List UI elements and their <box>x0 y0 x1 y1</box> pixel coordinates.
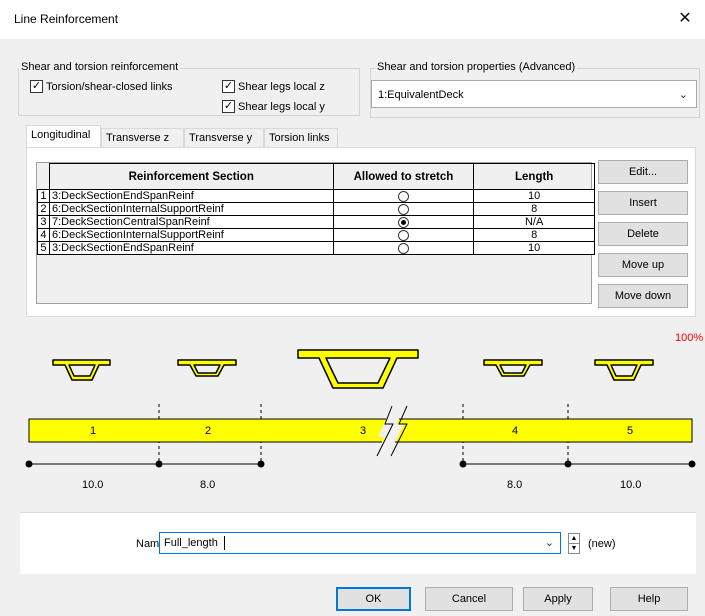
stretch-radio[interactable] <box>397 203 409 215</box>
tab-torsion-links[interactable]: Torsion links <box>264 128 338 148</box>
dimension-label-3: 8.0 <box>507 479 523 491</box>
edit-button[interactable]: Edit... <box>598 160 688 184</box>
segment-label-1: 1 <box>90 425 97 437</box>
torsion-links-label: Torsion/shear-closed links <box>46 80 173 93</box>
row-index: 1 <box>37 189 50 203</box>
spin-down-icon[interactable]: ▼ <box>569 544 579 553</box>
row-stretch-cell <box>332 202 475 216</box>
stretch-radio[interactable] <box>397 190 409 202</box>
shear-legs-y-label: Shear legs local y <box>238 100 325 113</box>
move-up-button[interactable]: Move up <box>598 253 688 277</box>
section-icon-5 <box>594 359 654 381</box>
stretch-radio[interactable] <box>397 229 409 241</box>
dimension-label-4: 10.0 <box>620 479 642 491</box>
beam-preview <box>25 349 696 468</box>
stretch-radio-selected[interactable] <box>397 216 409 228</box>
row-length[interactable]: 10 <box>473 189 595 203</box>
section-icon-2 <box>177 359 237 377</box>
text-caret <box>224 536 225 550</box>
row-section[interactable]: 6:DeckSectionInternalSupportReinf <box>48 228 334 242</box>
torsion-links-check-icon: ✓ <box>30 80 43 93</box>
row-length[interactable]: 8 <box>473 202 595 216</box>
insert-button[interactable]: Insert <box>598 191 688 215</box>
shear-properties-value: 1:EquivalentDeck <box>378 89 464 101</box>
table-corner <box>37 163 50 190</box>
name-chevron-down-icon[interactable]: ⌄ <box>545 536 554 549</box>
name-combo[interactable]: Full_length ⌄ <box>159 532 561 554</box>
shear-legs-z-check-icon: ✓ <box>222 80 235 93</box>
shear-legs-y-checkbox[interactable]: ✓ Shear legs local y <box>222 100 325 113</box>
name-status: (new) <box>588 538 616 550</box>
cancel-button[interactable]: Cancel <box>425 587 513 611</box>
header-length: Length <box>473 163 595 190</box>
tab-transverse-y[interactable]: Transverse y <box>184 128 264 148</box>
section-icon-3 <box>297 349 419 389</box>
section-icon-1 <box>52 359 111 381</box>
table-row[interactable]: 1 3:DeckSectionEndSpanReinf 10 <box>37 189 595 203</box>
shear-reinforcement-legend: Shear and torsion reinforcement <box>19 61 181 73</box>
shear-properties-select[interactable]: 1:EquivalentDeck ⌄ <box>371 80 697 108</box>
row-section[interactable]: 3:DeckSectionEndSpanReinf <box>48 189 334 203</box>
table-row[interactable]: 2 6:DeckSectionInternalSupportReinf 8 <box>37 202 595 216</box>
name-input[interactable]: Full_length <box>164 537 218 549</box>
close-icon[interactable]: ✕ <box>665 0 705 39</box>
segment-label-4: 4 <box>512 425 519 437</box>
shear-properties-legend: Shear and torsion properties (Advanced) <box>375 61 578 73</box>
dimension-label-1: 10.0 <box>82 479 104 491</box>
row-stretch-cell <box>332 189 475 203</box>
header-stretch: Allowed to stretch <box>332 163 475 190</box>
chevron-down-icon: ⌄ <box>678 89 688 101</box>
delete-button[interactable]: Delete <box>598 222 688 246</box>
row-length[interactable]: N/A <box>473 215 595 229</box>
reinforcement-table: Reinforcement Section Allowed to stretch… <box>37 163 595 255</box>
row-index: 3 <box>37 215 50 229</box>
section-icon-4 <box>483 359 543 377</box>
table-row[interactable]: 3 7:DeckSectionCentralSpanReinf N/A <box>37 215 595 229</box>
move-down-button[interactable]: Move down <box>598 284 688 308</box>
table-row[interactable]: 5 3:DeckSectionEndSpanReinf 10 <box>37 241 595 255</box>
dimension-lines <box>25 460 696 468</box>
row-stretch-cell <box>332 228 475 242</box>
row-length[interactable]: 10 <box>473 241 595 255</box>
ok-button[interactable]: OK <box>336 587 411 611</box>
row-stretch-cell <box>332 241 475 255</box>
segment-label-2: 2 <box>205 425 212 437</box>
row-length[interactable]: 8 <box>473 228 595 242</box>
title-bar: Line Reinforcement ✕ <box>0 0 705 39</box>
header-section: Reinforcement Section <box>48 163 334 190</box>
tab-longitudinal[interactable]: Longitudinal <box>26 125 101 148</box>
help-button[interactable]: Help <box>610 587 688 611</box>
row-index: 4 <box>37 228 50 242</box>
row-section[interactable]: 7:DeckSectionCentralSpanReinf <box>48 215 334 229</box>
row-index: 2 <box>37 202 50 216</box>
window-title: Line Reinforcement <box>14 12 119 26</box>
shear-legs-z-checkbox[interactable]: ✓ Shear legs local z <box>222 80 325 93</box>
tab-transverse-z[interactable]: Transverse z <box>101 128 184 148</box>
stretch-radio[interactable] <box>397 242 409 254</box>
row-stretch-cell <box>332 215 475 229</box>
torsion-links-checkbox[interactable]: ✓ Torsion/shear-closed links <box>30 80 173 93</box>
segment-label-3: 3 <box>360 425 367 437</box>
row-section[interactable]: 6:DeckSectionInternalSupportReinf <box>48 202 334 216</box>
table-row[interactable]: 4 6:DeckSectionInternalSupportReinf 8 <box>37 228 595 242</box>
segment-label-5: 5 <box>627 425 634 437</box>
row-section[interactable]: 3:DeckSectionEndSpanReinf <box>48 241 334 255</box>
shear-legs-z-label: Shear legs local z <box>238 80 325 93</box>
shear-legs-y-check-icon: ✓ <box>222 100 235 113</box>
reinforcement-table-area: Reinforcement Section Allowed to stretch… <box>36 162 595 304</box>
row-index: 5 <box>37 241 50 255</box>
spin-up-icon[interactable]: ▲ <box>569 534 579 544</box>
apply-button[interactable]: Apply <box>523 587 593 611</box>
dimension-label-2: 8.0 <box>200 479 216 491</box>
name-spinner[interactable]: ▲ ▼ <box>568 533 580 554</box>
